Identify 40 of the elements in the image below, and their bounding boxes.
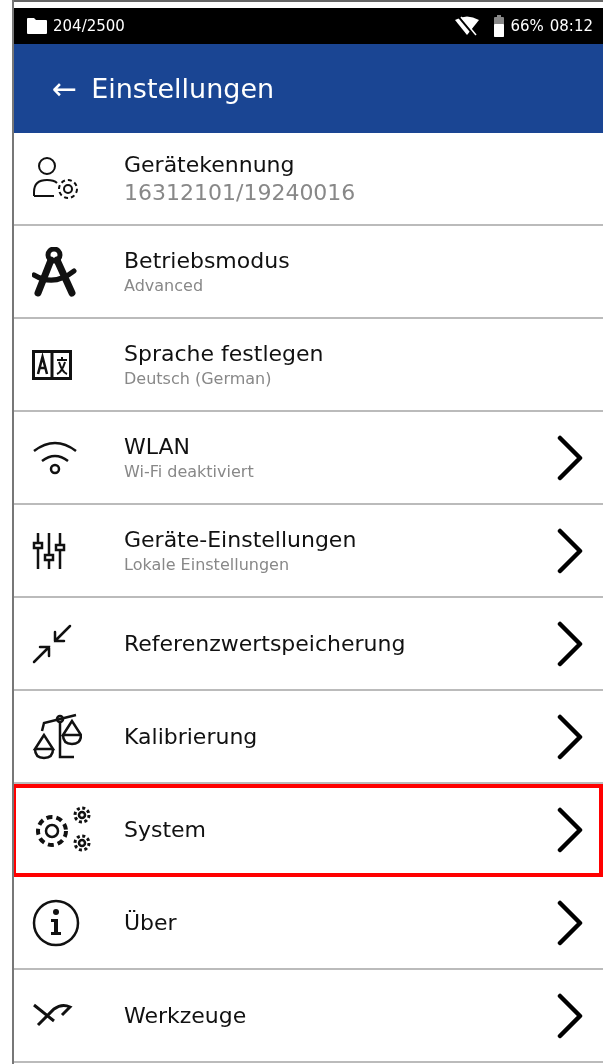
item-title: Werkzeuge — [124, 1003, 248, 1028]
item-title: Betriebsmodus — [124, 248, 291, 273]
settings-item[interactable]: WLAN Wi-Fi deaktiviert — [12, 412, 603, 505]
settings-item[interactable]: Über — [12, 877, 603, 970]
info-icon — [32, 898, 80, 947]
translate-icon — [32, 349, 72, 380]
settings-item[interactable]: System — [12, 784, 603, 877]
item-title: Referenzwertspeicherung — [124, 631, 407, 656]
battery-percent: 66% — [510, 17, 544, 35]
scale-icon — [32, 712, 82, 761]
item-title: Über — [124, 910, 178, 935]
settings-item[interactable]: Betriebsmodus Advanced — [12, 226, 603, 319]
wifi-off-icon — [454, 16, 481, 36]
settings-item[interactable]: Gerätekennung 16312101/19240016 — [12, 133, 603, 226]
page-title: Einstellungen — [91, 73, 275, 104]
item-title: Geräte-Einstellungen — [124, 527, 358, 552]
battery-icon — [494, 15, 505, 37]
item-subtitle: Deutsch (German) — [124, 369, 273, 388]
clock-time: 08:12 — [549, 17, 593, 35]
item-title: Gerätekennung — [124, 152, 296, 177]
settings-item[interactable]: Werkzeuge — [12, 970, 603, 1063]
wifi-icon — [32, 440, 78, 475]
folder-icon — [26, 17, 48, 35]
settings-item[interactable]: Kalibrierung — [12, 691, 603, 784]
item-title: System — [124, 817, 208, 842]
storage-count: 204/2500 — [53, 17, 125, 35]
settings-item[interactable]: Sprache festlegen Deutsch (German) — [12, 319, 603, 412]
item-subtitle: Lokale Einstellungen — [124, 555, 291, 574]
settings-item[interactable]: Geräte-Einstellungen Lokale Einstellungen — [12, 505, 603, 598]
sliders-icon — [32, 530, 66, 571]
settings-item[interactable]: Referenzwertspeicherung — [12, 598, 603, 691]
item-subtitle: Advanced — [124, 276, 205, 295]
compass-icon — [32, 246, 78, 297]
item-title: Kalibrierung — [124, 724, 259, 749]
item-title: WLAN — [124, 434, 192, 459]
back-button[interactable]: ← — [52, 73, 78, 104]
item-subtitle: 16312101/19240016 — [124, 180, 357, 205]
arrows-inward-icon — [32, 623, 72, 664]
item-title: Sprache festlegen — [124, 341, 325, 366]
item-subtitle: Wi-Fi deaktiviert — [124, 462, 255, 481]
